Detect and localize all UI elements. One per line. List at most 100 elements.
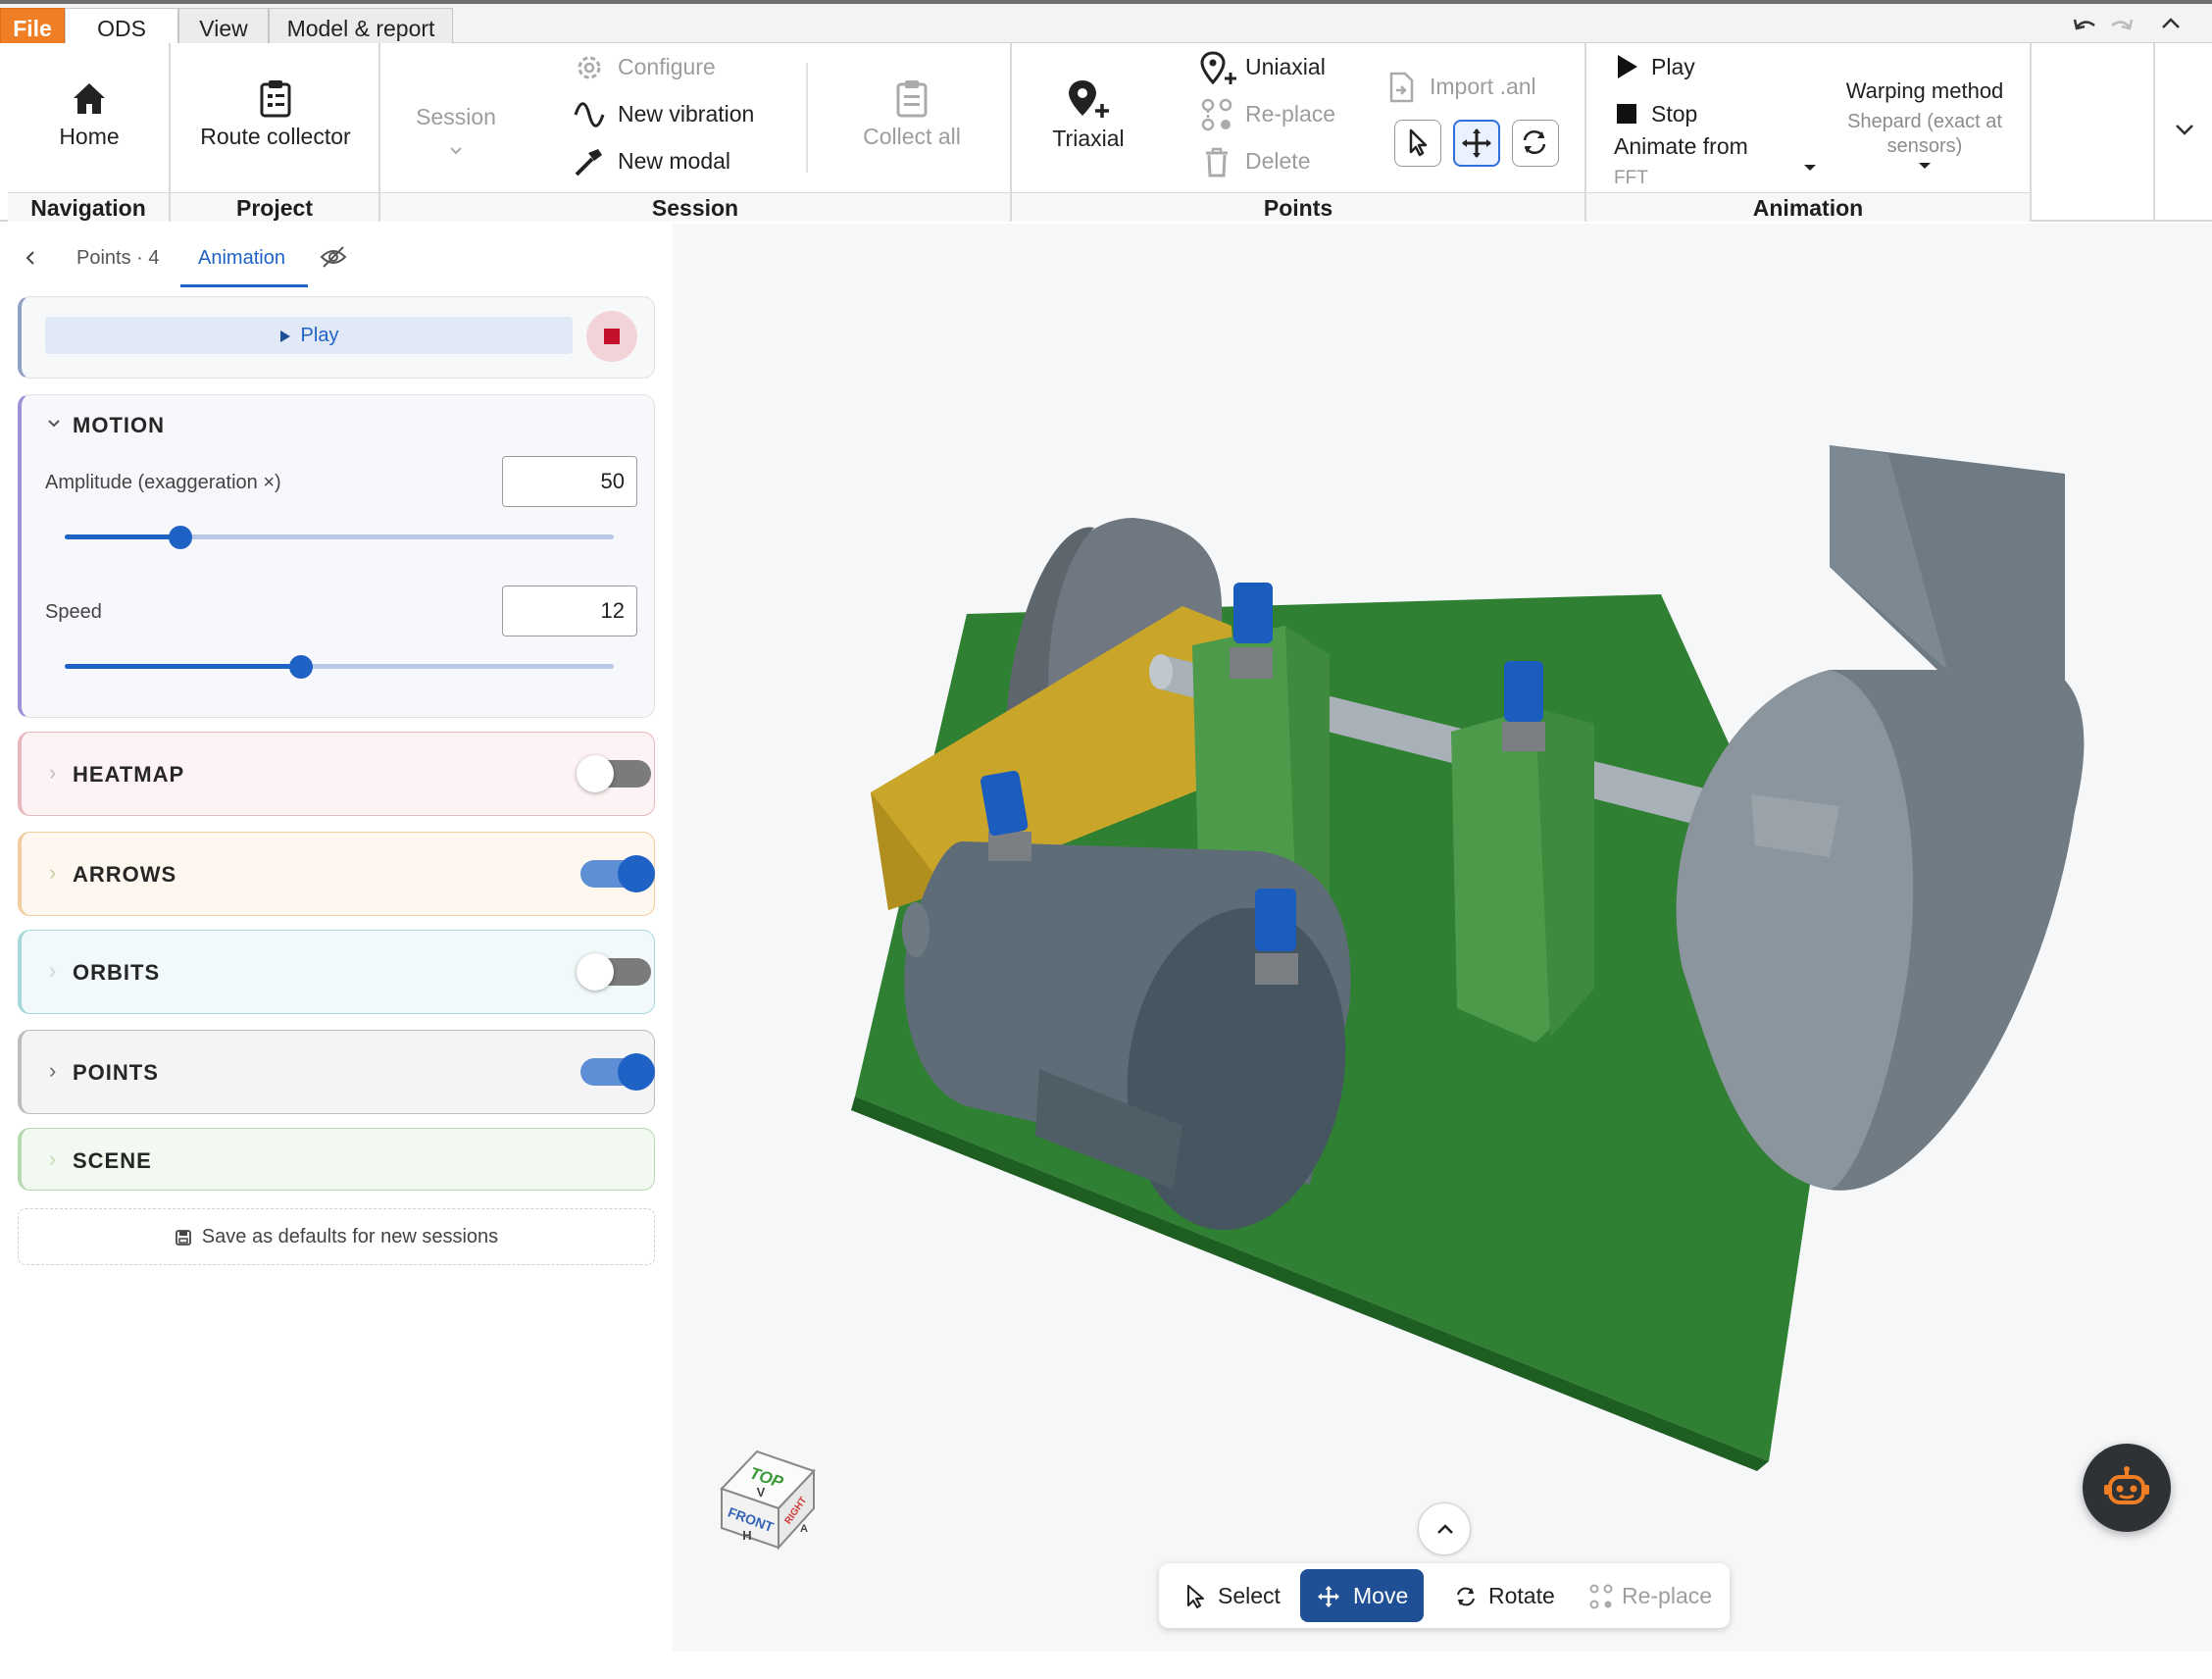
- import-anl-label: Import .anl: [1430, 74, 1536, 99]
- toolbar-toggle-button[interactable]: [1418, 1502, 1471, 1555]
- home-button[interactable]: Home: [8, 78, 171, 150]
- delete-label: Delete: [1245, 148, 1311, 174]
- new-modal-label: New modal: [618, 148, 731, 174]
- heatmap-section[interactable]: › HEATMAP: [18, 732, 655, 816]
- replace-button[interactable]: Re-place: [1200, 94, 1347, 133]
- toolbar-replace-button[interactable]: Re-place: [1583, 1569, 1720, 1622]
- panel-play-label: Play: [300, 325, 339, 346]
- configure-button[interactable]: Configure: [573, 47, 769, 86]
- speed-slider-fill: [65, 664, 301, 669]
- move-arrows-icon: [1318, 1586, 1339, 1607]
- active-tab-underline: [180, 284, 308, 287]
- eye-off-icon[interactable]: [320, 245, 347, 269]
- import-anl-button[interactable]: Import .anl: [1384, 67, 1561, 106]
- undo-icon[interactable]: [2067, 10, 2102, 43]
- arrows-toggle[interactable]: [580, 855, 655, 892]
- amplitude-slider[interactable]: [65, 525, 614, 550]
- animate-from-dropdown[interactable]: Animate from FFT: [1614, 133, 1816, 192]
- chevron-down-icon: [48, 420, 60, 428]
- toolbar-move-button[interactable]: Move: [1300, 1569, 1424, 1622]
- save-defaults-button[interactable]: Save as defaults for new sessions: [18, 1208, 655, 1265]
- tab-file[interactable]: File: [0, 8, 65, 47]
- collapse-ribbon-icon[interactable]: [2153, 10, 2188, 43]
- chevron-left-icon[interactable]: [24, 249, 37, 267]
- toolbar-select-button[interactable]: Select: [1169, 1569, 1282, 1622]
- tab-points[interactable]: Points · 4: [76, 247, 159, 270]
- arrows-section[interactable]: › ARROWS: [18, 832, 655, 916]
- route-collector-button[interactable]: Route collector: [171, 78, 380, 150]
- tab-model-report[interactable]: Model & report: [269, 8, 453, 47]
- replace-points-icon: [1201, 98, 1232, 131]
- speed-slider[interactable]: [65, 654, 614, 680]
- move-tool-button[interactable]: [1453, 120, 1500, 167]
- rotate-icon: [1523, 130, 1546, 154]
- animate-from-label: Animate from: [1614, 133, 1748, 159]
- ribbon-stop-button[interactable]: Stop: [1614, 94, 1722, 133]
- ribbon-expand-button[interactable]: [2153, 43, 2212, 222]
- animate-from-value: FFT: [1614, 168, 1648, 188]
- pointer-icon: [1187, 1585, 1204, 1608]
- speed-input[interactable]: 12: [502, 585, 637, 636]
- view-cube[interactable]: TOP V FRONT H RIGHT A: [716, 1444, 826, 1552]
- amplitude-input[interactable]: 50: [502, 456, 637, 507]
- scene-section[interactable]: › SCENE: [18, 1128, 655, 1191]
- chevron-down-icon: [1919, 163, 1931, 169]
- sensor-4[interactable]: [1255, 889, 1298, 985]
- select-tool-button[interactable]: [1394, 120, 1441, 167]
- session-dropdown[interactable]: Session: [402, 104, 510, 156]
- amplitude-slider-thumb[interactable]: [168, 526, 192, 549]
- warping-method-dropdown[interactable]: Warping method Shepard (exact at sensors…: [1822, 78, 2028, 171]
- triaxial-label: Triaxial: [1052, 126, 1125, 151]
- orbits-title: ORBITS: [73, 960, 161, 985]
- triaxial-button[interactable]: Triaxial: [1030, 78, 1147, 152]
- redo-icon[interactable]: [2104, 10, 2139, 43]
- ribbon-group-animation: Play Stop Animate from FFT Warping metho…: [1586, 43, 2032, 222]
- motion-header[interactable]: MOTION: [22, 395, 654, 454]
- rotate-tool-button[interactable]: [1512, 120, 1559, 167]
- ribbon: Home Navigation Route collector Project …: [0, 43, 2212, 222]
- panel-play-button[interactable]: Play: [45, 317, 573, 354]
- ribbon-stop-label: Stop: [1651, 101, 1698, 127]
- points-toggle[interactable]: [580, 1053, 655, 1091]
- save-icon: [175, 1229, 191, 1246]
- toolbar-rotate-label: Rotate: [1488, 1583, 1555, 1608]
- collect-all-button[interactable]: Collect all: [824, 78, 1000, 150]
- collect-all-label: Collect all: [863, 124, 961, 149]
- sine-wave-icon: [574, 102, 605, 127]
- tab-view[interactable]: View: [178, 8, 269, 47]
- clipboard-list-icon: [260, 80, 291, 118]
- uniaxial-button[interactable]: Uniaxial: [1200, 47, 1347, 86]
- assistant-button[interactable]: [2083, 1444, 2171, 1532]
- session-dropdown-label: Session: [416, 104, 496, 129]
- play-icon: [279, 330, 290, 342]
- replace-label: Re-place: [1245, 101, 1336, 127]
- machine-model-scene[interactable]: [673, 224, 2212, 1652]
- play-icon: [1618, 55, 1637, 78]
- toolbar-replace-label: Re-place: [1622, 1583, 1713, 1608]
- sensor-1[interactable]: [1230, 583, 1273, 679]
- motion-card: MOTION Amplitude (exaggeration ×) 50 Spe…: [18, 394, 655, 718]
- orbits-section[interactable]: › ORBITS: [18, 930, 655, 1014]
- points-section[interactable]: › POINTS: [18, 1030, 655, 1114]
- toolbar-rotate-button[interactable]: Rotate: [1443, 1569, 1565, 1622]
- heatmap-toggle[interactable]: [577, 755, 651, 792]
- clipboard-icon: [896, 80, 928, 118]
- ribbon-play-button[interactable]: Play: [1614, 47, 1722, 86]
- home-icon: [74, 83, 105, 114]
- window-bottom-strip: [0, 1652, 2212, 1679]
- sensor-2[interactable]: [1502, 661, 1545, 751]
- points-title: POINTS: [73, 1060, 159, 1085]
- speed-slider-thumb[interactable]: [288, 655, 313, 679]
- home-label: Home: [59, 124, 120, 149]
- new-modal-button[interactable]: New modal: [573, 141, 769, 180]
- tab-animation[interactable]: Animation: [198, 247, 285, 270]
- new-vibration-button[interactable]: New vibration: [573, 94, 788, 133]
- chevron-right-icon: ›: [49, 958, 57, 983]
- menu-tab-bar: File ODS View Model & report: [0, 4, 2212, 49]
- 3d-viewport[interactable]: TOP V FRONT H RIGHT A: [673, 224, 2212, 1652]
- delete-button[interactable]: Delete: [1200, 141, 1347, 180]
- orbits-toggle[interactable]: [577, 953, 651, 991]
- chevron-right-icon: ›: [49, 1146, 57, 1171]
- panel-stop-button[interactable]: [586, 311, 637, 362]
- chevron-right-icon: ›: [49, 860, 57, 885]
